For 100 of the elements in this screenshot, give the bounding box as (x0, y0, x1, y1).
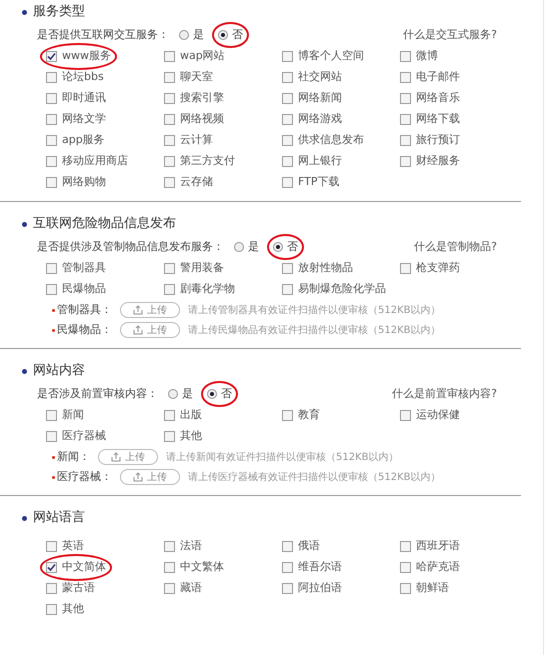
checkbox[interactable] (282, 135, 293, 146)
checkbox[interactable] (164, 263, 175, 274)
checkbox-label: 法语 (180, 538, 202, 554)
checkbox[interactable] (46, 263, 57, 274)
checkbox-label: www服务 (62, 48, 111, 64)
checkbox-label: 第三方支付 (180, 153, 235, 170)
checkbox[interactable] (164, 114, 175, 125)
upload-icon (133, 472, 143, 482)
checkbox[interactable] (282, 72, 293, 83)
help-link[interactable]: 什么是管制物品? (414, 238, 497, 256)
checkbox[interactable] (164, 284, 175, 295)
checkbox[interactable] (46, 51, 57, 62)
checkbox[interactable] (164, 135, 175, 146)
upload-hint: 请上传管制器具有效证件扫描件以便审核（512KB以内） (188, 304, 441, 318)
checkbox[interactable] (164, 431, 175, 442)
checkbox-label: 其他 (180, 428, 202, 444)
checkbox[interactable] (46, 284, 57, 295)
checkbox[interactable] (400, 562, 411, 573)
checkbox[interactable] (46, 604, 57, 615)
bullet-icon (22, 516, 27, 520)
checkbox[interactable] (400, 135, 411, 146)
checkbox[interactable] (282, 177, 293, 188)
radio-option[interactable]: 否 (218, 26, 243, 44)
upload-button[interactable]: 上传 (98, 449, 158, 465)
section-title: 服务类型 (33, 3, 85, 22)
checkbox[interactable] (164, 583, 175, 594)
checkbox-label: 聊天室 (180, 69, 213, 86)
checkbox[interactable] (164, 51, 175, 62)
upload-button[interactable]: 上传 (120, 322, 180, 338)
checkbox-label: 云计算 (180, 132, 213, 148)
checkbox[interactable] (46, 177, 57, 188)
checkbox[interactable] (164, 156, 175, 167)
upload-hint: 请上传民爆物品有效证件扫描件以便审核（512KB以内） (188, 324, 441, 338)
radio-option[interactable]: 否 (207, 386, 232, 402)
checkbox-label: 社交网站 (298, 69, 342, 86)
checkbox-label: 博客个人空间 (298, 48, 364, 64)
checkbox-label: 易制爆危险化学品 (298, 281, 386, 298)
radio-option[interactable]: 是 (179, 26, 204, 44)
checkbox[interactable] (282, 410, 293, 421)
checkbox[interactable] (164, 562, 175, 573)
checkbox-label: 藏语 (180, 580, 202, 596)
checkbox[interactable] (282, 93, 293, 104)
checkbox[interactable] (164, 541, 175, 552)
checkbox[interactable] (400, 51, 411, 62)
checkbox[interactable] (400, 541, 411, 552)
checkbox[interactable] (282, 562, 293, 573)
checkbox-label: 朝鲜语 (416, 580, 449, 596)
upload-icon (133, 305, 143, 315)
checkbox[interactable] (400, 93, 411, 104)
checkbox-label: FTP下载 (298, 174, 340, 190)
radio-option[interactable]: 是 (168, 386, 193, 402)
checkbox[interactable] (400, 263, 411, 274)
checkbox[interactable] (400, 156, 411, 167)
checkbox[interactable] (282, 263, 293, 274)
checkbox-label: 其他 (62, 601, 84, 618)
section-title: 互联网危险物品信息发布 (33, 215, 176, 234)
checkbox[interactable] (46, 431, 57, 442)
help-link[interactable]: 什么是交互式服务? (403, 26, 497, 44)
checkbox-label: 阿拉伯语 (298, 580, 342, 596)
upload-button[interactable]: 上传 (120, 302, 180, 318)
upload-label: 新闻： (57, 448, 90, 465)
checkbox[interactable] (46, 114, 57, 125)
checkbox[interactable] (282, 51, 293, 62)
checkbox[interactable] (46, 583, 57, 594)
required-mark (52, 328, 55, 332)
checkbox[interactable] (164, 410, 175, 421)
section-title: 网站语言 (33, 509, 85, 528)
checkbox[interactable] (164, 72, 175, 83)
help-link[interactable]: 什么是前置审核内容? (392, 386, 497, 402)
checkbox[interactable] (282, 114, 293, 125)
checkbox[interactable] (46, 156, 57, 167)
checkbox-label: 警用装备 (180, 260, 224, 276)
upload-button[interactable]: 上传 (120, 469, 180, 485)
radio-option[interactable]: 是 (234, 238, 259, 256)
checkbox-label: wap网站 (180, 48, 225, 64)
checkbox[interactable] (164, 177, 175, 188)
checkbox-label: 中文简体 (62, 559, 106, 576)
checkbox[interactable] (282, 284, 293, 295)
checkbox[interactable] (282, 541, 293, 552)
checkbox[interactable] (46, 410, 57, 421)
upload-hint: 请上传医疗器械有效证件扫描件以便审核（512KB以内） (188, 470, 441, 484)
radio-option[interactable]: 否 (273, 238, 298, 256)
question-label: 是否涉及前置审核内容： (37, 386, 158, 402)
checkbox-label: 放射性物品 (298, 260, 353, 276)
checkbox-label: 网络下载 (416, 111, 460, 128)
bullet-icon (22, 10, 27, 14)
checkbox[interactable] (46, 541, 57, 552)
checkbox[interactable] (282, 156, 293, 167)
checkbox[interactable] (46, 93, 57, 104)
checkbox[interactable] (400, 410, 411, 421)
checkbox[interactable] (46, 135, 57, 146)
checkbox[interactable] (164, 93, 175, 104)
checkbox[interactable] (400, 583, 411, 594)
checkbox[interactable] (46, 72, 57, 83)
checkbox[interactable] (400, 114, 411, 125)
checkbox-label: 管制器具 (62, 260, 106, 276)
checkbox[interactable] (400, 72, 411, 83)
checkbox[interactable] (282, 583, 293, 594)
checkbox[interactable] (46, 562, 57, 573)
checkbox-label: 搜索引擎 (180, 90, 224, 106)
